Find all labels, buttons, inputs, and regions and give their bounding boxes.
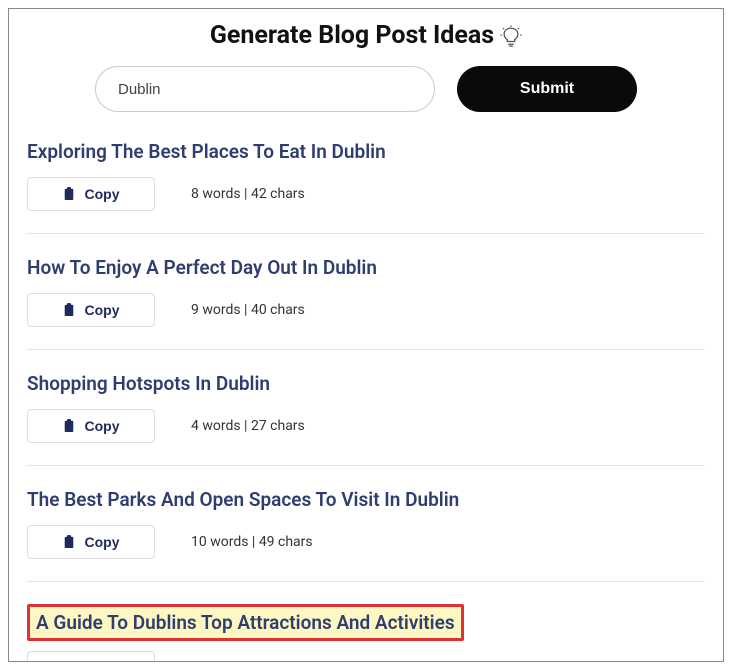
result-actions: Copy 4 words | 27 chars xyxy=(27,409,705,443)
result-stats: 8 words | 42 chars xyxy=(191,186,305,202)
copy-label: Copy xyxy=(85,418,120,434)
header: Generate Blog Post Ideas Submit xyxy=(27,21,705,112)
result-title: The Best Parks And Open Spaces To Visit … xyxy=(27,488,459,511)
result-stats: 10 words | 49 chars xyxy=(191,534,313,550)
result-item: Shopping Hotspots In Dublin Copy 4 words |… xyxy=(27,372,705,466)
copy-label: Copy xyxy=(85,660,120,662)
copy-label: Copy xyxy=(85,534,120,550)
copy-button[interactable]: Copy xyxy=(27,651,155,662)
result-actions: Copy 10 words | 49 chars xyxy=(27,525,705,559)
result-item: A Guide To Dublins Top Attractions And A… xyxy=(27,604,705,662)
clipboard-icon xyxy=(63,661,75,662)
results-list: Exploring The Best Places To Eat In Dubl… xyxy=(27,140,705,662)
result-actions: Copy 8 words | 49 chars xyxy=(27,651,705,662)
copy-label: Copy xyxy=(85,302,120,318)
app-frame: Generate Blog Post Ideas Submit Explorin… xyxy=(8,8,724,662)
input-row: Submit xyxy=(27,66,705,112)
title-row: Generate Blog Post Ideas xyxy=(27,21,705,50)
result-title: Shopping Hotspots In Dublin xyxy=(27,372,270,395)
clipboard-icon xyxy=(63,419,75,433)
clipboard-icon xyxy=(63,303,75,317)
result-stats: 8 words | 49 chars xyxy=(191,660,305,662)
lightbulb-icon xyxy=(500,25,522,47)
result-title: Exploring The Best Places To Eat In Dubl… xyxy=(27,140,386,163)
clipboard-icon xyxy=(63,535,75,549)
result-stats: 4 words | 27 chars xyxy=(191,418,305,434)
result-item: Exploring The Best Places To Eat In Dubl… xyxy=(27,140,705,234)
result-item: The Best Parks And Open Spaces To Visit … xyxy=(27,488,705,582)
copy-button[interactable]: Copy xyxy=(27,293,155,327)
clipboard-icon xyxy=(63,187,75,201)
copy-button[interactable]: Copy xyxy=(27,409,155,443)
result-title: How To Enjoy A Perfect Day Out In Dublin xyxy=(27,256,377,279)
result-actions: Copy 8 words | 42 chars xyxy=(27,177,705,211)
page-title: Generate Blog Post Ideas xyxy=(210,21,494,50)
result-item: How To Enjoy A Perfect Day Out In Dublin… xyxy=(27,256,705,350)
result-title: A Guide To Dublins Top Attractions And A… xyxy=(27,604,464,641)
copy-label: Copy xyxy=(85,186,120,202)
topic-input[interactable] xyxy=(95,66,435,112)
result-stats: 9 words | 40 chars xyxy=(191,302,305,318)
copy-button[interactable]: Copy xyxy=(27,525,155,559)
copy-button[interactable]: Copy xyxy=(27,177,155,211)
submit-button[interactable]: Submit xyxy=(457,66,637,112)
result-actions: Copy 9 words | 40 chars xyxy=(27,293,705,327)
